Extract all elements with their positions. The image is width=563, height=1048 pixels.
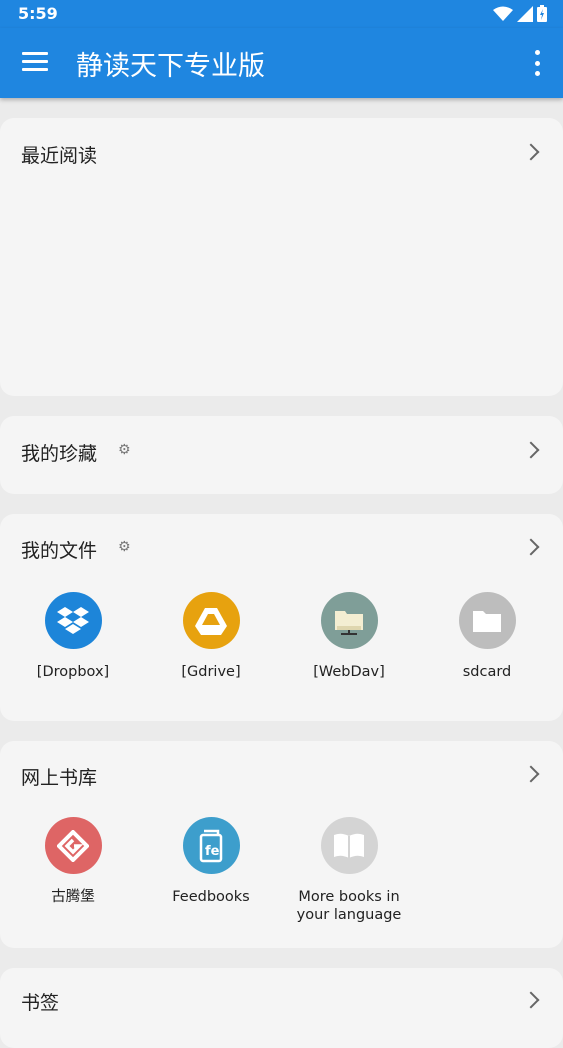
library-feedbooks[interactable]: fe Feedbooks — [146, 817, 276, 924]
dropbox-icon — [44, 592, 102, 649]
more-options-icon[interactable] — [533, 50, 541, 76]
file-source-sdcard[interactable]: sdcard — [422, 592, 552, 681]
app-title: 静读天下专业版 — [76, 51, 265, 82]
file-source-label: [Dropbox] — [36, 664, 110, 680]
gutenberg-icon — [44, 817, 102, 874]
file-source-label: sdcard — [462, 664, 512, 680]
chevron-right-icon[interactable] — [522, 765, 540, 783]
menu-icon[interactable] — [22, 52, 48, 74]
app-bar: 静读天下专业版 — [0, 28, 563, 98]
library-card: 网上书库 古腾堡 fe Feedbooks More books in your… — [0, 741, 563, 948]
file-source-dropbox[interactable]: [Dropbox] — [8, 592, 138, 681]
file-source-webdav[interactable]: [WebDav] — [284, 592, 414, 681]
file-source-label: [WebDav] — [313, 664, 385, 680]
google-drive-icon — [182, 592, 240, 649]
bookmarks-card[interactable]: 书签 — [0, 968, 563, 1048]
wifi-icon — [493, 6, 513, 21]
gear-icon[interactable]: ⚙ — [118, 539, 131, 555]
recent-title: 最近阅读 — [21, 145, 98, 167]
file-source-label: [Gdrive] — [181, 664, 241, 680]
file-source-gdrive[interactable]: [Gdrive] — [146, 592, 276, 681]
feedbooks-icon: fe — [182, 817, 240, 874]
book-icon — [320, 817, 378, 874]
library-gutenberg[interactable]: 古腾堡 — [8, 817, 138, 924]
folder-icon — [458, 592, 516, 649]
gear-icon[interactable]: ⚙ — [118, 442, 131, 458]
webdav-icon — [320, 592, 378, 649]
svg-text:fe: fe — [205, 844, 220, 859]
favorites-title: 我的珍藏 — [21, 443, 98, 465]
files-card: 我的文件 ⚙ [Dropbox] [Gdrive] [WebDav] sdcar… — [0, 514, 563, 721]
library-more-books[interactable]: More books in your language — [284, 817, 414, 924]
library-title: 网上书库 — [21, 767, 98, 789]
status-time: 5:59 — [18, 4, 58, 23]
status-bar: 5:59 — [0, 0, 563, 28]
bookmarks-title: 书签 — [21, 992, 60, 1014]
status-icons — [493, 5, 547, 22]
recent-card[interactable]: 最近阅读 — [0, 118, 563, 396]
signal-icon — [517, 5, 533, 22]
chevron-right-icon[interactable] — [522, 441, 540, 459]
favorites-card[interactable]: 我的珍藏 ⚙ — [0, 416, 563, 494]
library-label: 古腾堡 — [51, 889, 95, 905]
library-label: More books in your language — [296, 889, 402, 923]
chevron-right-icon[interactable] — [522, 143, 540, 161]
files-title: 我的文件 — [21, 540, 98, 562]
chevron-right-icon[interactable] — [522, 538, 540, 556]
battery-icon — [537, 5, 547, 22]
chevron-right-icon[interactable] — [522, 991, 540, 1009]
library-label: Feedbooks — [172, 889, 250, 905]
